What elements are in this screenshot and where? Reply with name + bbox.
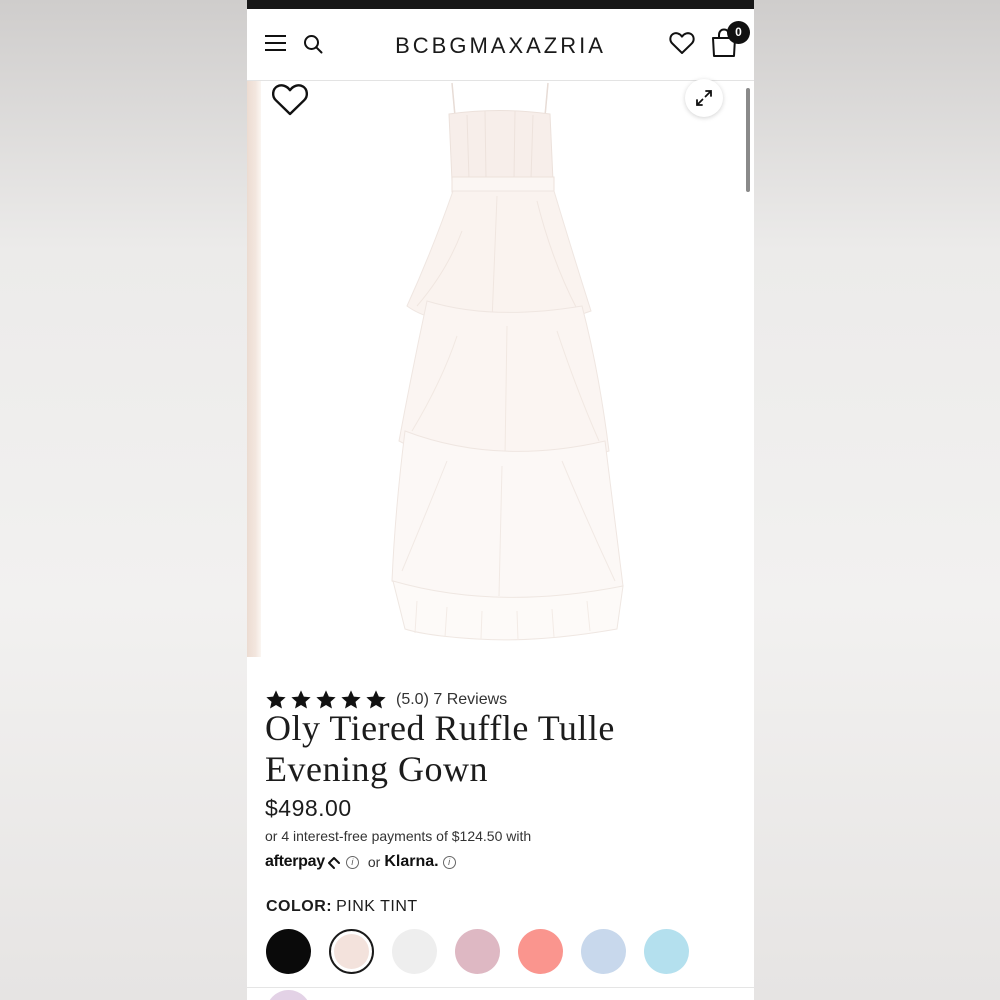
color-selector-label: COLOR: PINK TINT xyxy=(266,898,418,916)
expand-icon xyxy=(696,90,712,106)
product-title: Oly Tiered Ruffle Tulle Evening Gown xyxy=(265,708,615,789)
color-label: COLOR: xyxy=(266,898,333,915)
color-swatches xyxy=(266,929,707,975)
swatch-light-gray[interactable] xyxy=(392,929,437,974)
or-text: or xyxy=(367,854,381,870)
info-icon[interactable]: i xyxy=(345,855,359,869)
klarna-logo[interactable]: Klarna. xyxy=(384,853,438,871)
product-page: BCBGMAXAZRIA 0 (5.0) 7 Reviews Oly Tiere… xyxy=(247,0,754,1000)
product-price: $498.00 xyxy=(265,795,352,821)
cart-count-badge: 0 xyxy=(727,21,750,44)
installments-text: or 4 interest-free payments of $124.50 w… xyxy=(265,828,532,844)
heart-icon[interactable] xyxy=(669,31,695,55)
site-header: BCBGMAXAZRIA 0 xyxy=(247,9,754,81)
swatch-mauve[interactable] xyxy=(455,929,500,974)
background-right xyxy=(754,0,1000,1000)
reviews-link[interactable]: (5.0) 7 Reviews xyxy=(396,691,507,709)
background-left xyxy=(0,0,247,1000)
scrollbar[interactable] xyxy=(746,88,750,192)
previous-image-preview[interactable] xyxy=(247,81,261,657)
swatch-light-blue[interactable] xyxy=(581,929,626,974)
zoom-button[interactable] xyxy=(685,79,723,117)
afterpay-arrows-icon xyxy=(327,857,340,869)
product-image-gallery[interactable] xyxy=(247,79,754,657)
divider xyxy=(247,987,754,988)
payment-options: afterpay i or Klarna. i xyxy=(265,851,461,873)
afterpay-logo[interactable]: afterpay xyxy=(265,853,325,871)
selected-color-name: PINK TINT xyxy=(336,898,418,915)
swatch-black[interactable] xyxy=(266,929,311,974)
status-bar xyxy=(247,0,754,9)
swatch-pink-tint[interactable] xyxy=(329,929,374,974)
info-icon[interactable]: i xyxy=(442,855,456,869)
swatch-coral[interactable] xyxy=(518,929,563,974)
wishlist-heart-icon[interactable] xyxy=(271,81,309,117)
product-image[interactable] xyxy=(387,81,632,646)
swatch-lavender[interactable] xyxy=(266,990,311,1000)
swatch-sky-blue[interactable] xyxy=(644,929,689,974)
